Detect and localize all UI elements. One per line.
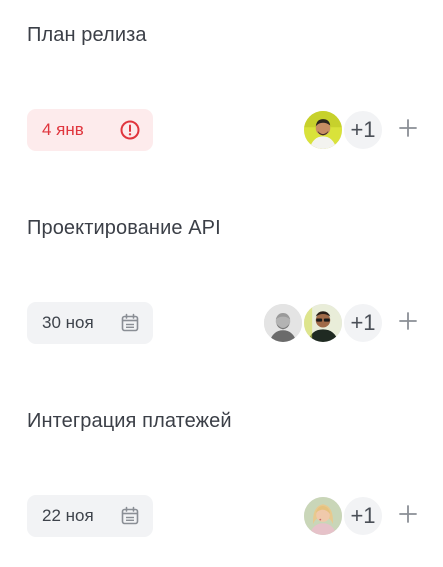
more-assignees-count[interactable]: +1 (342, 495, 384, 537)
due-date-chip[interactable]: 22 ноя (27, 495, 153, 537)
due-date-text: 30 ноя (42, 313, 94, 332)
task-row[interactable]: Проектирование API 30 ноя +1 (0, 193, 443, 386)
task-row[interactable]: План релиза 4 янв +1 (0, 0, 443, 193)
due-date-text: 22 ноя (42, 506, 94, 525)
task-row[interactable]: Интеграция платежей 22 ноя +1 (0, 386, 443, 567)
avatar[interactable] (302, 495, 344, 537)
add-assignee-button[interactable] (398, 503, 418, 529)
avatar[interactable] (302, 109, 344, 151)
calendar-icon (119, 505, 141, 527)
alert-circle-icon (119, 119, 141, 141)
due-date-chip[interactable]: 4 янв (27, 109, 153, 151)
assignees[interactable]: +1 (262, 302, 386, 344)
due-date-chip[interactable]: 30 ноя (27, 302, 153, 344)
assignees[interactable]: +1 (262, 495, 386, 537)
task-list: План релиза 4 янв +1 Проектирование API … (0, 0, 443, 567)
task-title[interactable]: План релиза (27, 24, 147, 47)
avatar[interactable] (262, 302, 304, 344)
more-assignees-count[interactable]: +1 (342, 302, 384, 344)
assignees[interactable]: +1 (262, 109, 386, 151)
more-assignees-count[interactable]: +1 (342, 109, 384, 151)
task-title[interactable]: Интеграция платежей (27, 410, 232, 433)
task-title[interactable]: Проектирование API (27, 217, 221, 240)
add-assignee-button[interactable] (398, 117, 418, 143)
plus-icon (399, 311, 417, 335)
add-assignee-button[interactable] (398, 310, 418, 336)
avatar[interactable] (302, 302, 344, 344)
plus-icon (399, 118, 417, 142)
due-date-text: 4 янв (42, 120, 84, 139)
plus-icon (399, 504, 417, 528)
calendar-icon (119, 312, 141, 334)
